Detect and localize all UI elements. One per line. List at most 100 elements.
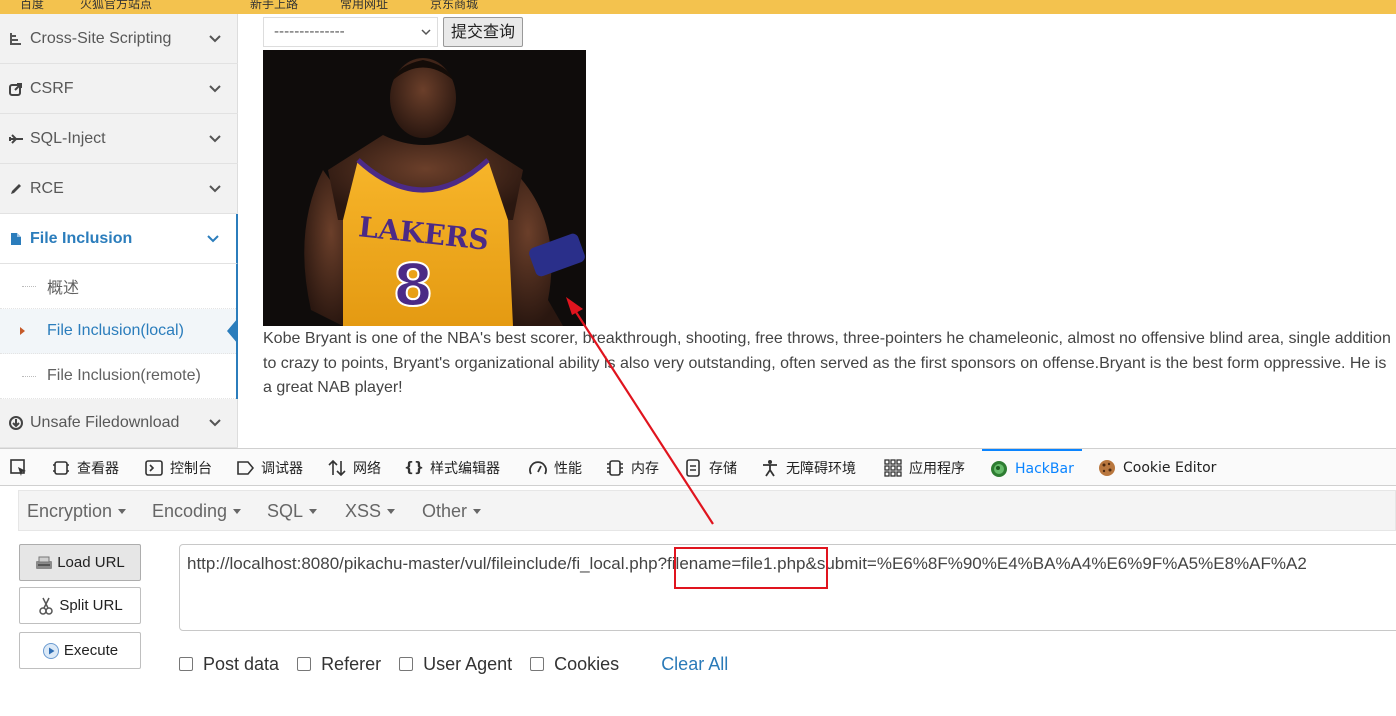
sidebar-item-label: Unsafe Filedownload — [30, 413, 180, 431]
submit-query-button[interactable]: 提交查询 — [443, 17, 523, 47]
application-icon — [884, 458, 902, 477]
download-icon — [8, 415, 24, 431]
referer-checkbox[interactable]: Referer — [297, 654, 381, 675]
submenu-item-label: File Inclusion(local) — [47, 322, 184, 339]
sidebar-item-label: RCE — [30, 179, 64, 197]
tab-pick-element[interactable] — [10, 449, 35, 486]
execute-button[interactable]: Execute — [19, 632, 141, 669]
tab-performance[interactable]: 性能 — [529, 449, 582, 486]
tab-label: 内存 — [631, 460, 659, 477]
checkbox-box[interactable] — [179, 657, 193, 671]
main-content: -------------- 提交查询 LAKERS 8 Kobe Bryant… — [238, 14, 1396, 448]
tab-debugger[interactable]: 调试器 — [236, 449, 303, 486]
menu-label: SQL — [267, 500, 304, 521]
tab-label: 存储 — [709, 460, 737, 477]
load-icon — [35, 555, 53, 571]
select-value: -------------- — [274, 24, 345, 40]
tab-storage[interactable]: 存储 — [684, 449, 737, 486]
share-icon — [8, 81, 24, 97]
tab-memory[interactable]: 内存 — [606, 449, 659, 486]
sidebar-item-unsafe-filedownload[interactable]: Unsafe Filedownload — [0, 398, 238, 448]
submenu-item-overview[interactable]: 概述 — [0, 264, 236, 309]
menu-encryption[interactable]: Encryption — [27, 491, 127, 531]
bookmark-item[interactable]: 新手上路 — [250, 0, 298, 12]
tab-console[interactable]: 控制台 — [145, 449, 212, 486]
accessibility-icon — [761, 459, 779, 477]
bookmark-item[interactable]: 常用网址 — [340, 0, 388, 12]
hackbar-icon — [990, 460, 1008, 478]
sidebar-item-xss[interactable]: Cross-Site Scripting — [0, 14, 238, 64]
checkbox-box[interactable] — [530, 657, 545, 671]
memory-icon — [606, 459, 624, 477]
sitemap-icon — [8, 31, 24, 47]
storage-icon — [684, 458, 702, 477]
network-icon — [328, 459, 346, 477]
tab-label: 调试器 — [261, 460, 303, 477]
hackbar-options: Post data Referer User Agent Cookies Cle… — [179, 652, 728, 676]
cookies-checkbox[interactable]: Cookies — [530, 654, 619, 675]
pencil-icon — [8, 181, 24, 197]
menu-encoding[interactable]: Encoding — [152, 491, 242, 531]
tab-application[interactable]: 应用程序 — [884, 449, 965, 486]
filename-param-highlight — [674, 547, 828, 589]
sidebar-item-label: CSRF — [30, 79, 74, 97]
cookie-icon — [1098, 459, 1116, 477]
filename-select[interactable]: -------------- — [263, 17, 438, 47]
sidebar: Cross-Site Scripting CSRF SQL-Inject RCE… — [0, 14, 238, 448]
sidebar-item-csrf[interactable]: CSRF — [0, 64, 238, 114]
bookmark-item[interactable]: 百度 — [20, 0, 44, 12]
caret-right-icon — [20, 327, 25, 335]
tab-accessibility[interactable]: 无障碍环境 — [761, 449, 856, 486]
load-url-button[interactable]: Load URL — [19, 544, 141, 581]
tab-label: 控制台 — [170, 460, 212, 477]
menu-label: XSS — [345, 500, 382, 521]
hackbar-menubar: Encryption Encoding SQL XSS Other — [18, 490, 1396, 531]
bookmarks-bar: 百度 火狐官方站点 新手上路 常用网址 京东商城 — [0, 0, 1396, 14]
button-label: Load URL — [57, 554, 125, 571]
bookmark-item[interactable]: 京东商城 — [430, 0, 478, 12]
submenu-item-local[interactable]: File Inclusion(local) — [0, 309, 238, 354]
console-icon — [145, 459, 163, 477]
scissors-icon — [37, 597, 55, 615]
devtools-toolbar: 查看器 控制台 调试器 网络 {} 样式编辑器 性能 内存 存储 无障碍环境 应… — [0, 448, 1396, 486]
chevron-down-icon — [209, 84, 221, 92]
tab-inspector[interactable]: 查看器 — [52, 449, 119, 486]
menu-label: Encryption — [27, 500, 113, 521]
tab-hackbar[interactable]: HackBar — [982, 449, 1082, 486]
checkbox-box[interactable] — [399, 657, 414, 671]
chevron-down-icon — [209, 418, 221, 426]
play-icon — [42, 642, 60, 659]
menu-other[interactable]: Other — [422, 491, 482, 531]
chevron-down-icon — [209, 184, 221, 192]
chevron-down-icon — [207, 234, 219, 242]
tab-label: Cookie Editor — [1123, 459, 1217, 476]
tab-label: 性能 — [554, 460, 582, 477]
sidebar-item-label: File Inclusion — [30, 229, 133, 247]
post-data-checkbox[interactable]: Post data — [179, 654, 279, 675]
style-editor-icon: {} — [404, 459, 424, 476]
sidebar-item-file-inclusion[interactable]: File Inclusion — [0, 214, 238, 264]
tab-style-editor[interactable]: {} 样式编辑器 — [404, 449, 500, 486]
sidebar-item-rce[interactable]: RCE — [0, 164, 238, 214]
tab-cookie-editor[interactable]: Cookie Editor — [1098, 449, 1216, 486]
fighter-jet-icon — [8, 131, 24, 147]
button-label: Execute — [63, 642, 119, 659]
menu-xss[interactable]: XSS — [345, 491, 396, 531]
caret-down-icon — [473, 508, 482, 514]
player-bio-text: Kobe Bryant is one of the NBA's best sco… — [263, 330, 1391, 396]
bookmark-item[interactable]: 火狐官方站点 — [80, 0, 152, 12]
tab-network[interactable]: 网络 — [328, 449, 381, 486]
checkbox-label: Cookies — [554, 653, 620, 674]
clear-all-link[interactable]: Clear All — [661, 654, 728, 675]
tab-label: 无障碍环境 — [786, 460, 856, 477]
caret-down-icon — [387, 508, 396, 514]
menu-sql[interactable]: SQL — [267, 491, 318, 531]
sidebar-item-sql-inject[interactable]: SQL-Inject — [0, 114, 238, 164]
sidebar-item-label: SQL-Inject — [30, 129, 106, 147]
file-icon — [8, 231, 24, 247]
checkbox-box[interactable] — [297, 657, 312, 671]
submenu-item-remote[interactable]: File Inclusion(remote) — [0, 354, 236, 399]
checkbox-label: User Agent — [423, 653, 513, 674]
user-agent-checkbox[interactable]: User Agent — [399, 654, 512, 675]
split-url-button[interactable]: Split URL — [19, 587, 141, 624]
